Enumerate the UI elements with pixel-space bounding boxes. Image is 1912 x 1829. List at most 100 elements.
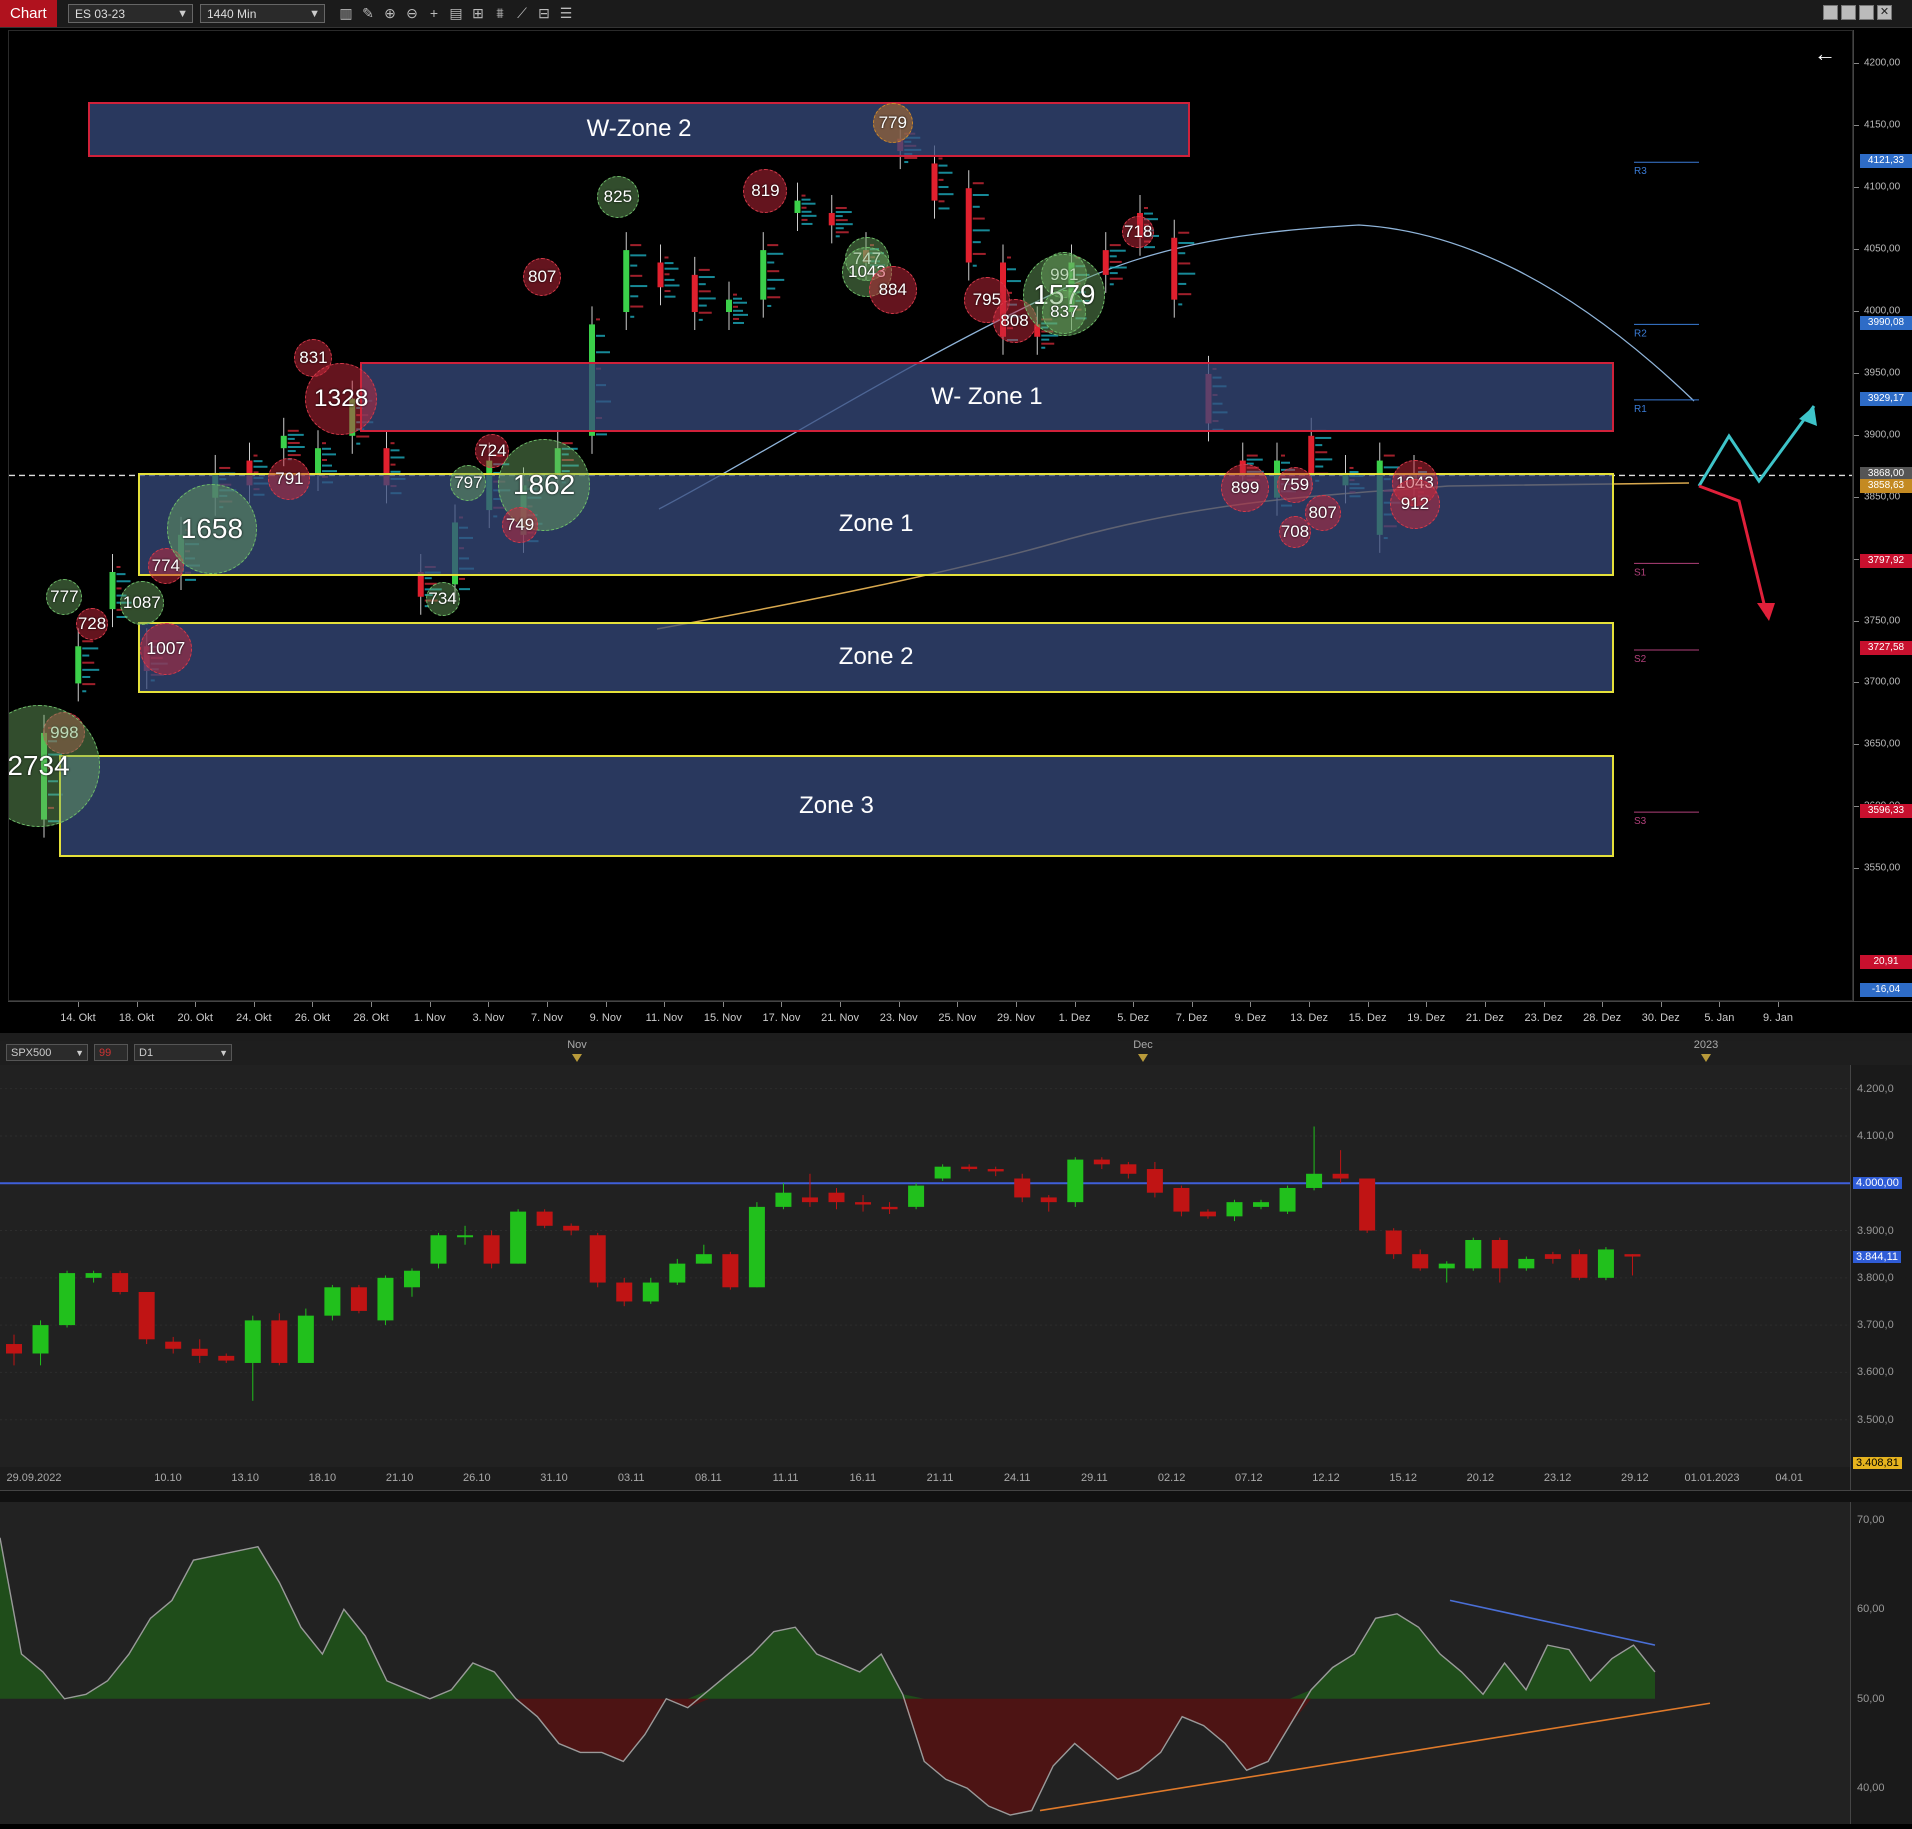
- volume-bubble: 777: [46, 578, 83, 615]
- volume-profile-bar: [835, 219, 848, 222]
- oscillator-tick-label: 60,00: [1857, 1603, 1885, 1616]
- volume-profile-bar: [904, 161, 909, 164]
- crosshair-icon[interactable]: +: [424, 4, 444, 23]
- strategy-icon[interactable]: ⟋: [512, 4, 532, 23]
- instrument-select[interactable]: ES 03-23 ▼: [68, 4, 193, 23]
- spx-date-label: 03.11: [617, 1472, 645, 1484]
- volume-bubble: 791: [268, 458, 311, 501]
- pencil-icon[interactable]: ✎: [358, 4, 378, 23]
- mode-select[interactable]: 99: [94, 1044, 128, 1061]
- spx-price-axis[interactable]: 4.200,0 4.100,0 4.000,00 3.900,0 3.800,0 3.70…: [1850, 1065, 1912, 1490]
- period-select[interactable]: D1 ▼: [134, 1044, 232, 1061]
- candle-body: [828, 212, 835, 226]
- bubble-value: 884: [878, 279, 907, 299]
- bubble-value: 749: [505, 514, 535, 534]
- price-tag: 3596,33: [1860, 803, 1912, 818]
- main-chart-panel[interactable]: R3 R2 R1 S1 S2 S3 W-Zone 2 W- Zone 1 Zone 1 Zone…: [8, 30, 1853, 1001]
- symbol-select[interactable]: SPX500 ▼: [6, 1044, 88, 1061]
- fit-icon[interactable]: ⊞: [468, 4, 488, 23]
- volume-profile-bar: [733, 317, 739, 320]
- date-tick-label: 20. Okt: [177, 1012, 213, 1024]
- spx-candle-body: [1465, 1239, 1482, 1269]
- spx-chart-panel[interactable]: [0, 1065, 1850, 1467]
- spx-price-label: 3.500,0: [1857, 1413, 1894, 1426]
- bar-chart-icon[interactable]: ▥: [336, 4, 356, 23]
- chart-tab-label[interactable]: Chart: [0, 0, 57, 27]
- close-button[interactable]: ✕: [1877, 5, 1892, 20]
- date-tick-label: 14. Okt: [60, 1012, 96, 1024]
- maximize-button[interactable]: [1841, 5, 1856, 20]
- spx-candles-canvas: [0, 1088, 1850, 1421]
- volume-profile-bar: [287, 437, 295, 440]
- volume-profile-bar: [972, 217, 985, 220]
- volume-profile-bar: [116, 587, 122, 590]
- volume-profile-bar: [801, 194, 806, 197]
- volume-profile-bar: [1109, 277, 1123, 280]
- arrow-left-icon[interactable]: ←: [1814, 41, 1836, 67]
- spx-price-label: 3.600,0: [1857, 1366, 1894, 1379]
- spx-date-axis[interactable]: 29.09.2022 10.10 13.10 18.10 21.10 26.10 31.10…: [0, 1467, 1850, 1490]
- spx-price-label: 4.000,00: [1853, 1177, 1902, 1190]
- template-icon[interactable]: ▤: [446, 4, 466, 23]
- volume-profile-bar: [82, 654, 90, 657]
- price-axis[interactable]: 4200,00 4150,00 4100,00 4050,00 4000,00 3950,…: [1853, 30, 1912, 1001]
- date-tick-label: 29. Nov: [996, 1012, 1035, 1024]
- date-tick-label: 15. Dez: [1348, 1012, 1387, 1024]
- spx-candle-body: [1226, 1202, 1243, 1217]
- zoom-out-icon[interactable]: ⊖: [402, 4, 422, 23]
- pivot-label: S1: [1634, 567, 1647, 578]
- volume-profile-bar: [1109, 283, 1114, 286]
- date-tick-label: 28. Okt: [353, 1012, 389, 1024]
- price-tag: 3727,58: [1860, 641, 1912, 656]
- properties-icon[interactable]: ⊟: [534, 4, 554, 23]
- volume-profile-bar: [1315, 465, 1324, 468]
- volume-profile-bar: [630, 244, 642, 247]
- date-tick-label: 1. Dez: [1058, 1012, 1091, 1024]
- pivot-label: S3: [1634, 816, 1647, 827]
- candle-body: [417, 571, 424, 597]
- price-tick-label: 4150,00: [1864, 119, 1901, 131]
- axis-tick: [1484, 1002, 1486, 1007]
- spx-date-label: 26.10: [463, 1472, 491, 1484]
- oscillator-axis[interactable]: 70,00 60,00 50,00 40,00: [1850, 1502, 1912, 1824]
- price-tick-label: 3650,00: [1864, 738, 1901, 750]
- volume-profile-bar: [1109, 249, 1126, 252]
- axis-tick: [195, 1002, 197, 1007]
- price-tick-label: 3750,00: [1864, 615, 1901, 626]
- volume-profile-bar: [733, 297, 742, 300]
- volume-profile-bar: [664, 262, 674, 265]
- axis-tick: [1854, 620, 1859, 622]
- spx-date-label: 01.01.2023: [1684, 1472, 1740, 1484]
- candle-body: [109, 571, 116, 610]
- oscillator-panel[interactable]: [0, 1502, 1850, 1824]
- volume-bubble: 899: [1221, 463, 1270, 512]
- date-axis[interactable]: 14. Okt 18. Okt 20. Okt 24. Okt 26. Okt 28. O…: [8, 1001, 1912, 1034]
- pivot-label: S2: [1634, 654, 1647, 665]
- spx-candle-body: [1624, 1254, 1641, 1257]
- date-tick-label: 24. Okt: [236, 1012, 272, 1024]
- spx-price-label: 3.700,0: [1857, 1319, 1894, 1332]
- spx-date-label: 02.12: [1157, 1472, 1186, 1484]
- indicator-icon[interactable]: ⩩: [490, 4, 510, 23]
- restore-button[interactable]: [1859, 5, 1874, 20]
- spx-date-label: 10.10: [154, 1472, 182, 1484]
- volume-profile-bar: [1178, 262, 1191, 265]
- date-tick-label: 25. Nov: [938, 1012, 977, 1024]
- volume-profile-bar: [972, 241, 981, 244]
- spx-candle-body: [987, 1169, 1004, 1172]
- zoom-in-icon[interactable]: ⊕: [380, 4, 400, 23]
- minimize-button[interactable]: [1823, 5, 1838, 20]
- timeframe-select[interactable]: 1440 Min ▼: [200, 4, 325, 23]
- list-icon[interactable]: ☰: [556, 4, 576, 23]
- volume-profile-bar: [835, 231, 849, 234]
- spx-candle-body: [855, 1202, 872, 1205]
- volume-bubble: 884: [868, 265, 917, 314]
- spx-candle-body: [616, 1282, 633, 1302]
- spx-candle-body: [1518, 1258, 1535, 1269]
- axis-tick: [1854, 682, 1859, 684]
- volume-profile-bar: [938, 164, 948, 167]
- volume-bubble: 728: [76, 607, 109, 640]
- volume-profile-bar: [322, 453, 336, 456]
- volume-profile-bar: [596, 351, 610, 354]
- volume-profile-bar: [630, 285, 648, 288]
